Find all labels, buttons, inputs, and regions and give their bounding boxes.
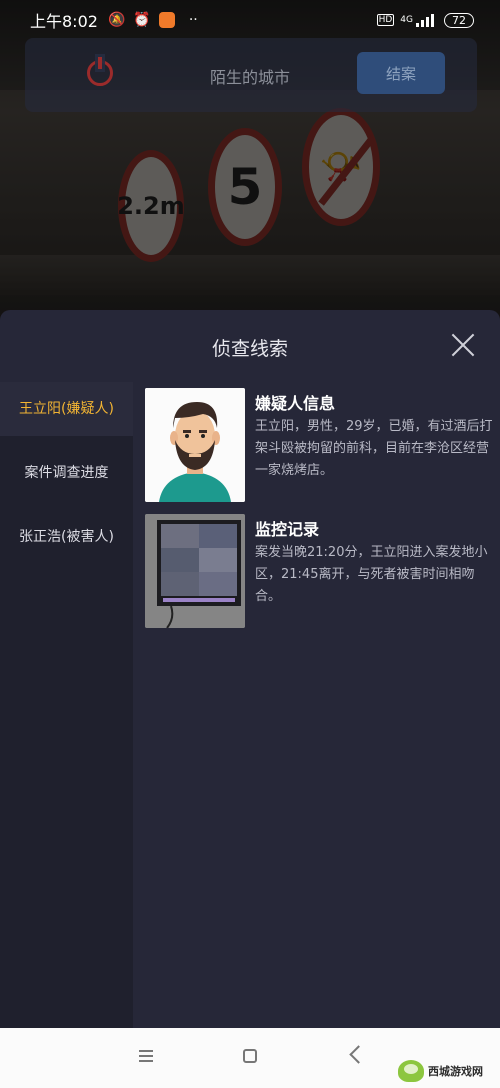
close-icon[interactable] xyxy=(450,332,476,358)
suspect-portrait xyxy=(145,388,245,502)
clue-sidebar: 王立阳(嫌疑人) 案件调查进度 张正浩(被害人) xyxy=(0,382,133,1028)
mute-icon: 🔕 xyxy=(107,12,126,28)
battery-indicator: 72 xyxy=(444,12,474,28)
clue-title: 监控记录 xyxy=(255,520,320,539)
surveillance-monitor xyxy=(145,514,245,628)
close-case-button[interactable]: 结案 xyxy=(357,52,445,94)
clue-card-suspect[interactable]: 嫌疑人信息 王立阳，男性，29岁，已婚，有过酒后打架斗殴被拘留的前科，目前在李沧… xyxy=(145,388,493,504)
clue-card-surveillance[interactable]: 监控记录 案发当晚21:20分，王立阳进入案发地小区，21:45离开，与死者被害… xyxy=(145,514,490,630)
sidebar-item-suspect[interactable]: 王立阳(嫌疑人) xyxy=(0,382,133,436)
menu-icon[interactable] xyxy=(139,1050,153,1062)
status-time: 上午8:02 xyxy=(30,12,98,31)
sidebar-item-victim[interactable]: 张正浩(被害人) xyxy=(0,510,133,564)
panel-header: 侦查线索 xyxy=(0,310,500,382)
signal-icon xyxy=(416,13,434,27)
clue-panel: 侦查线索 王立阳(嫌疑人) 案件调查进度 张正浩(被害人) 嫌疑人信息 王立阳，… xyxy=(0,310,500,1028)
home-icon[interactable] xyxy=(243,1049,257,1063)
network-type: 4G xyxy=(400,14,413,25)
clue-content: 嫌疑人信息 王立阳，男性，29岁，已婚，有过酒后打架斗殴被拘留的前科，目前在李沧… xyxy=(133,382,500,1028)
more-dots-icon: ·· xyxy=(188,12,198,28)
app-badge-icon xyxy=(158,12,175,28)
hd-icon: HD xyxy=(376,14,395,26)
clue-description: 案发当晚21:20分，王立阳进入案发地小区，21:45离开，与死者被害时间相吻合… xyxy=(255,545,488,604)
watermark-logo-icon xyxy=(398,1060,424,1082)
game-top-bar: 陌生的城市 结案 xyxy=(25,38,477,112)
case-title: 陌生的城市 xyxy=(209,68,290,87)
watermark-text: 西城游戏网 xyxy=(428,1065,483,1078)
site-watermark: 西城游戏网 xyxy=(398,1054,500,1088)
sidebar-item-progress[interactable]: 案件调查进度 xyxy=(0,446,133,500)
power-icon[interactable] xyxy=(87,57,113,86)
clue-description: 王立阳，男性，29岁，已婚，有过酒后打架斗殴被拘留的前科，目前在李沧区经营一家烧… xyxy=(255,419,493,478)
alarm-icon: ⏰ xyxy=(133,12,151,28)
back-icon[interactable] xyxy=(349,1045,368,1064)
clue-title: 嫌疑人信息 xyxy=(255,394,336,413)
panel-title: 侦查线索 xyxy=(211,338,288,360)
status-bar: 上午8:02 🔕 ⏰ ·· HD 4G 72 xyxy=(0,0,500,40)
